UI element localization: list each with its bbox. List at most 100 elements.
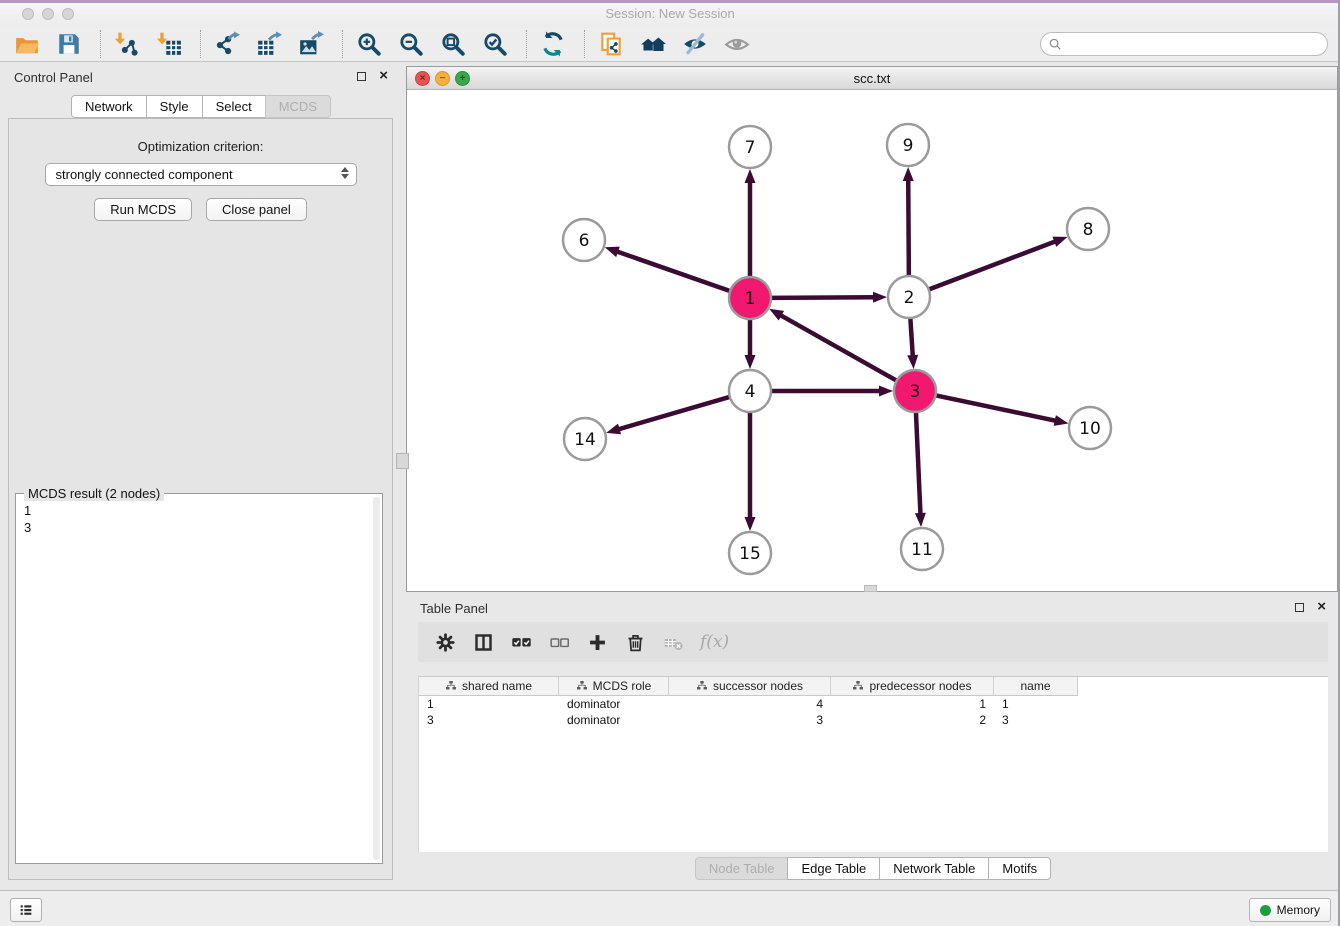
network-graph[interactable]: 7968124314101511 — [407, 89, 1337, 591]
tab-node-table[interactable]: Node Table — [695, 857, 789, 880]
tab-motifs[interactable]: Motifs — [988, 857, 1051, 880]
column-header-shared-name[interactable]: shared name — [419, 677, 559, 696]
column-header-predecessor-nodes[interactable]: predecessor nodes — [831, 677, 994, 696]
import-network-icon[interactable] — [112, 29, 142, 59]
table-cell[interactable]: 4 — [669, 696, 831, 712]
memory-label: Memory — [1277, 903, 1320, 917]
add-row-icon[interactable] — [584, 629, 610, 655]
run-mcds-button[interactable]: Run MCDS — [94, 198, 192, 221]
table-cell[interactable]: 3 — [994, 712, 1078, 728]
table-cell[interactable]: 1 — [419, 696, 559, 712]
close-panel-icon[interactable]: × — [379, 71, 388, 81]
edge-3-1[interactable] — [779, 314, 899, 381]
mcds-result-text[interactable]: 13 — [16, 498, 370, 863]
graph-node-label: 15 — [739, 544, 761, 564]
close-panel-button[interactable]: Close panel — [206, 198, 307, 221]
tab-style[interactable]: Style — [146, 95, 203, 118]
optimization-criterion-dropdown[interactable]: strongly connected component — [45, 163, 357, 186]
table-cell[interactable]: 1 — [831, 696, 994, 712]
edge-1-2[interactable] — [769, 297, 876, 298]
table-cell[interactable]: dominator — [559, 696, 669, 712]
search-input[interactable] — [1067, 36, 1327, 52]
float-panel-icon[interactable] — [357, 72, 366, 81]
settings-gear-icon[interactable] — [432, 629, 458, 655]
table-cell[interactable]: 3 — [419, 712, 559, 728]
refresh-view-icon[interactable] — [538, 29, 568, 59]
edge-arrowhead — [745, 355, 756, 369]
import-table-icon[interactable] — [154, 29, 184, 59]
column-header-name[interactable]: name — [994, 677, 1078, 696]
graph-node-label: 8 — [1083, 220, 1094, 240]
table-row[interactable]: 1dominator411 — [419, 696, 1328, 712]
tab-edge-table[interactable]: Edge Table — [787, 857, 880, 880]
edge-2-9[interactable] — [908, 178, 909, 278]
edge-arrowhead — [903, 167, 914, 181]
memory-button[interactable]: Memory — [1249, 898, 1331, 922]
edge-3-11[interactable] — [916, 410, 921, 516]
column-header-successor-nodes[interactable]: successor nodes — [669, 677, 831, 696]
graph-node-label: 7 — [745, 138, 756, 158]
home-layout-icon[interactable] — [638, 29, 668, 59]
edge-1-6[interactable] — [615, 251, 732, 292]
edge-arrowhead — [879, 386, 893, 397]
memory-status-icon — [1260, 905, 1271, 916]
result-scrollbar[interactable] — [373, 497, 380, 860]
graph-node-label: 9 — [903, 136, 914, 156]
zoom-selected-icon[interactable] — [480, 29, 510, 59]
copy-visual-style-icon[interactable] — [596, 29, 626, 59]
export-network-icon[interactable] — [212, 29, 242, 59]
graph-node-label: 11 — [911, 540, 933, 560]
zoom-in-icon[interactable] — [354, 29, 384, 59]
status-bar: Memory — [0, 890, 1340, 926]
zoom-out-icon[interactable] — [396, 29, 426, 59]
show-visual-icon[interactable] — [722, 29, 752, 59]
select-all-rows-icon[interactable] — [508, 629, 534, 655]
toolbar-separator — [100, 30, 102, 58]
search-icon — [1048, 37, 1063, 52]
export-image-icon[interactable] — [296, 29, 326, 59]
export-table-icon[interactable] — [254, 29, 284, 59]
tab-select[interactable]: Select — [202, 95, 266, 118]
edge-2-8[interactable] — [927, 241, 1057, 291]
graph-node-label: 14 — [574, 430, 596, 450]
delete-rows-icon[interactable] — [622, 629, 648, 655]
control-panel: Control Panel × NetworkStyleSelectMCDS O… — [0, 62, 402, 890]
result-line: 1 — [24, 502, 362, 519]
unselect-all-rows-icon[interactable] — [546, 629, 572, 655]
zoom-fit-icon[interactable] — [438, 29, 468, 59]
tab-network-table[interactable]: Network Table — [879, 857, 989, 880]
tab-mcds[interactable]: MCDS — [265, 95, 331, 118]
window-accent-strip — [0, 0, 1340, 3]
network-window-title: scc.txt — [407, 71, 1337, 86]
mcds-panel: Optimization criterion: strongly connect… — [8, 118, 393, 880]
task-list-button[interactable] — [10, 898, 42, 922]
table-cell[interactable]: 1 — [994, 696, 1078, 712]
edge-arrowhead — [873, 292, 887, 303]
graph-node-label: 6 — [579, 231, 590, 251]
horizontal-splitter-grip[interactable] — [864, 585, 877, 592]
edge-4-14[interactable] — [617, 396, 732, 429]
close-table-panel-icon[interactable]: × — [1317, 602, 1326, 612]
edge-2-3[interactable] — [910, 316, 913, 358]
save-session-icon[interactable] — [54, 29, 84, 59]
table-cell[interactable]: 3 — [669, 712, 831, 728]
hide-visual-icon[interactable] — [680, 29, 710, 59]
vertical-splitter-grip[interactable] — [396, 453, 409, 469]
open-session-icon[interactable] — [12, 29, 42, 59]
column-header-MCDS-role[interactable]: MCDS role — [559, 677, 669, 696]
column-header-label: successor nodes — [713, 679, 803, 693]
network-view-window: × − + scc.txt 7968124314101511 — [406, 66, 1338, 592]
table-cell[interactable]: 2 — [831, 712, 994, 728]
table-row[interactable]: 3dominator323 — [419, 712, 1328, 728]
shared-column-icon — [696, 680, 708, 692]
edge-3-10[interactable] — [934, 395, 1058, 421]
float-table-panel-icon[interactable] — [1295, 603, 1304, 612]
table-cell[interactable]: dominator — [559, 712, 669, 728]
network-window-titlebar[interactable]: × − + scc.txt — [407, 67, 1337, 90]
show-columns-icon[interactable] — [470, 629, 496, 655]
network-canvas[interactable]: 7968124314101511 — [407, 89, 1337, 591]
tab-network[interactable]: Network — [71, 95, 147, 118]
search-box[interactable] — [1040, 32, 1328, 56]
function-builder-icon: f(x) — [700, 632, 729, 652]
node-table: shared nameMCDS role successor nodes prede… — [418, 676, 1328, 852]
